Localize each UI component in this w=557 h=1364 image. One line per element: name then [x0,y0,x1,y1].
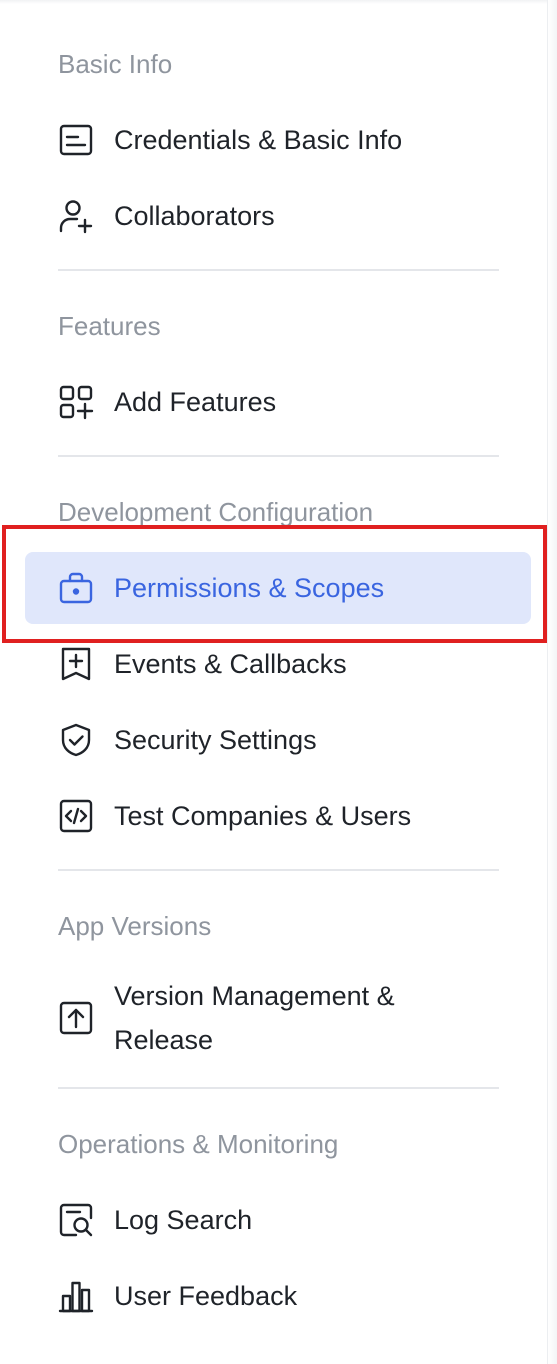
section-title-operations-monitoring: Operations & Monitoring [58,1129,339,1159]
sidebar-item-label: Permissions & Scopes [114,573,385,603]
sidebar-item-test-companies-users[interactable]: Test Companies & Users [25,780,531,852]
sidebar-item-label: Log Search [114,1205,253,1235]
code-icon [58,798,94,834]
sidebar-item-log-search[interactable]: Log Search [25,1184,531,1256]
sidebar-item-label: Credentials & Basic Info [114,125,403,155]
event-add-icon [58,646,94,682]
sidebar-item-collaborators[interactable]: Collaborators [25,180,531,252]
sidebar-item-user-feedback[interactable]: User Feedback [25,1260,531,1332]
divider [58,1087,499,1089]
briefcase-icon [58,570,94,606]
user-add-icon [58,198,94,234]
sidebar-item-label: Security Settings [114,725,317,755]
sidebar-item-version-management[interactable]: Version Management & Release [25,963,531,1073]
sidebar-item-label: User Feedback [114,1281,298,1311]
sidebar-item-label: Test Companies & Users [114,801,412,831]
sidebar-item-label: Add Features [114,387,277,417]
add-app-icon [58,384,94,420]
section-title-basic-info: Basic Info [58,49,173,79]
sidebar-item-security-settings[interactable]: Security Settings [25,704,531,776]
upload-icon [58,1000,94,1036]
divider [58,869,499,871]
sidebar-item-permissions-scopes[interactable]: Permissions & Scopes [25,552,531,624]
section-title-features: Features [58,311,161,341]
section-title-development-configuration: Development Configuration [58,497,374,527]
divider [58,269,499,271]
sidebar-item-label: Version Management & Release [114,981,395,1055]
bar-chart-icon [58,1278,94,1314]
divider [58,455,499,457]
sidebar-item-credentials[interactable]: Credentials & Basic Info [25,104,531,176]
sidebar-right-edge [547,0,557,1364]
id-card-icon [58,122,94,158]
top-edge [0,0,557,4]
log-search-icon [58,1202,94,1238]
sidebar-item-events-callbacks[interactable]: Events & Callbacks [25,628,531,700]
section-title-app-versions: App Versions [58,911,212,941]
sidebar-item-add-features[interactable]: Add Features [25,366,531,438]
shield-check-icon [58,722,94,758]
sidebar-item-label: Events & Callbacks [114,649,347,679]
sidebar-item-label: Collaborators [114,201,275,231]
